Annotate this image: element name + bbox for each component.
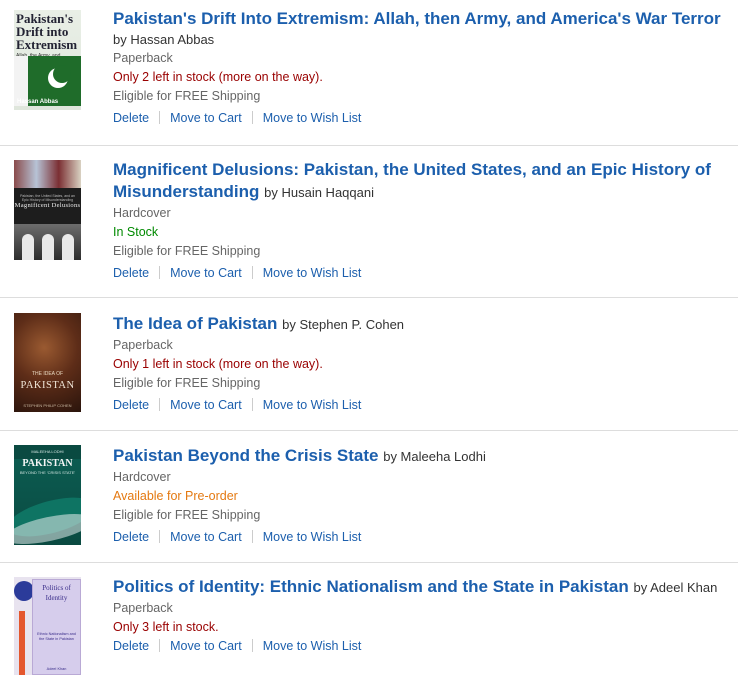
item-actions: Delete Move to Cart Move to Wish List (113, 528, 733, 547)
cover-title: Pakistan's Drift into Extremism (16, 11, 78, 52)
delete-link[interactable]: Delete (113, 530, 149, 544)
author-line: by Hassan Abbas (113, 32, 215, 47)
author-line: by Husain Haqqani (264, 185, 374, 200)
format-label: Hardcover (113, 470, 171, 484)
move-to-wish-list-link[interactable]: Move to Wish List (263, 398, 362, 412)
cover-author: MALEEHA LODHI (31, 449, 64, 454)
item-actions: Delete Move to Cart Move to Wish List (113, 109, 733, 128)
cover-subtitle: Ethnic Nationalism and the State in Paki… (37, 632, 76, 641)
format-label: Paperback (113, 51, 173, 65)
author-line: by Adeel Khan (633, 580, 718, 595)
product-title-link[interactable]: Pakistan Beyond the Crisis State (113, 446, 378, 465)
cover-title: Politics of Identity (42, 584, 71, 602)
author-line: by Maleeha Lodhi (383, 449, 486, 464)
item-divider (0, 297, 738, 298)
separator (159, 639, 161, 652)
separator (159, 111, 161, 124)
product-title-link[interactable]: Pakistan's Drift Into Extremism: Allah, … (113, 9, 721, 28)
move-to-wish-list-link[interactable]: Move to Wish List (263, 266, 362, 280)
separator (251, 266, 253, 279)
cover-title: PAKISTAN (22, 458, 73, 469)
product-title-link[interactable]: Magnificent Delusions: Pakistan, the Uni… (113, 160, 711, 201)
product-title-link[interactable]: Politics of Identity: Ethnic Nationalism… (113, 577, 629, 596)
shipping-label: Eligible for FREE Shipping (113, 508, 261, 522)
move-to-wish-list-link[interactable]: Move to Wish List (263, 639, 362, 653)
separator (159, 266, 161, 279)
book-cover-image[interactable]: Pakistan's Drift into Extremism Allah, t… (14, 10, 81, 110)
format-label: Paperback (113, 601, 173, 615)
cover-title: PAKISTAN (20, 380, 75, 391)
format-label: Hardcover (113, 206, 171, 220)
separator (159, 530, 161, 543)
author-line: by Stephen P. Cohen (282, 317, 405, 332)
separator (251, 398, 253, 411)
separator (251, 639, 253, 652)
delete-link[interactable]: Delete (113, 639, 149, 653)
cover-title-band: Pakistan, the United States, and an Epic… (14, 188, 81, 224)
book-cover-image[interactable]: Pakistan, the United States, and an Epic… (14, 160, 81, 260)
cover-subtitle: THE IDEA OF (31, 371, 64, 377)
move-to-cart-link[interactable]: Move to Cart (170, 398, 242, 412)
shipping-label: Eligible for FREE Shipping (113, 244, 261, 258)
cover-photo (14, 224, 81, 260)
item-divider (0, 430, 738, 431)
cover-subtitle: BEYOND THE 'CRISIS STATE' (19, 470, 76, 475)
shipping-label: Eligible for FREE Shipping (113, 89, 261, 103)
stock-status: In Stock (113, 225, 159, 239)
cover-subtitle: Pakistan, the United States, and an Epic… (20, 194, 75, 202)
move-to-wish-list-link[interactable]: Move to Wish List (263, 530, 362, 544)
delete-link[interactable]: Delete (113, 111, 149, 125)
separator (159, 398, 161, 411)
delete-link[interactable]: Delete (113, 266, 149, 280)
cover-top-band: MALEEHA LODHI (14, 445, 81, 459)
book-cover-image[interactable]: MALEEHA LODHI PAKISTAN BEYOND THE 'CRISI… (14, 445, 81, 545)
product-title-link[interactable]: The Idea of Pakistan (113, 314, 277, 333)
move-to-cart-link[interactable]: Move to Cart (170, 530, 242, 544)
stock-status: Only 3 left in stock. (113, 620, 219, 634)
cover-title: Magnificent Delusions (14, 202, 81, 209)
book-cover-image[interactable]: Politics of Identity Ethnic Nationalism … (14, 577, 81, 675)
move-to-cart-link[interactable]: Move to Cart (170, 111, 242, 125)
item-actions: Delete Move to Cart Move to Wish List (113, 396, 733, 415)
stock-status: Only 2 left in stock (more on the way). (113, 70, 323, 84)
move-to-cart-link[interactable]: Move to Cart (170, 266, 242, 280)
cover-photo (14, 160, 81, 188)
separator (251, 530, 253, 543)
stock-status: Only 1 left in stock (more on the way). (113, 357, 323, 371)
item-actions: Delete Move to Cart Move to Wish List (113, 264, 733, 283)
move-to-cart-link[interactable]: Move to Cart (170, 639, 242, 653)
separator (251, 111, 253, 124)
stock-status: Available for Pre-order (113, 489, 238, 503)
cover-author: Adeel Khan (46, 667, 67, 671)
cover-author: STEPHEN PHILIP COHEN (23, 403, 72, 408)
item-divider (0, 562, 738, 563)
format-label: Paperback (113, 338, 173, 352)
cover-author: Hassan Abbas (17, 99, 59, 105)
item-divider (0, 145, 738, 146)
delete-link[interactable]: Delete (113, 398, 149, 412)
item-actions: Delete Move to Cart Move to Wish List (113, 637, 733, 656)
shipping-label: Eligible for FREE Shipping (113, 376, 261, 390)
book-cover-image[interactable]: THE IDEA OF PAKISTAN STEPHEN PHILIP COHE… (14, 313, 81, 412)
move-to-wish-list-link[interactable]: Move to Wish List (263, 111, 362, 125)
